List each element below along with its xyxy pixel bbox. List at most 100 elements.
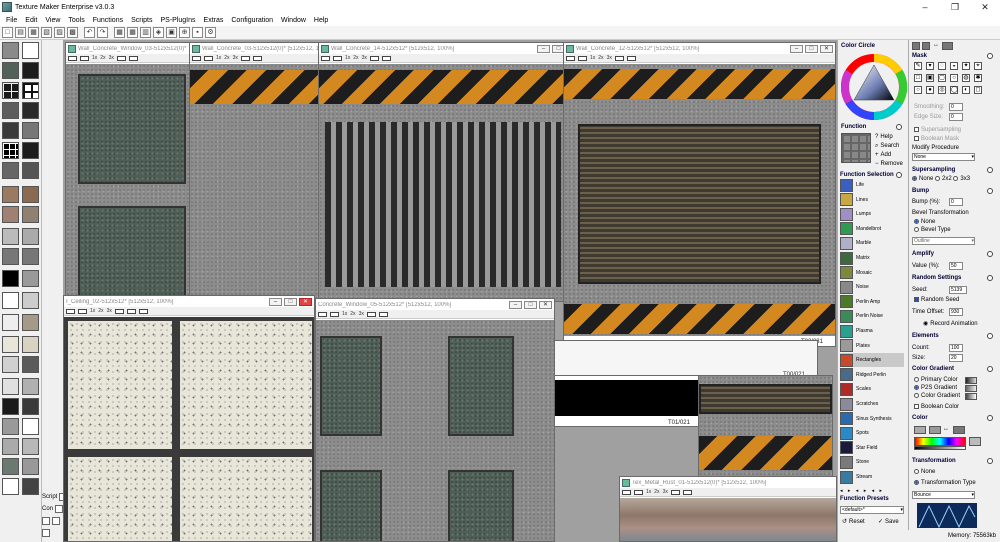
count-input[interactable]: 100 [949,344,963,352]
function-item[interactable]: Plasma [840,324,904,338]
menu-functions[interactable]: Functions [93,17,123,24]
swatch-grid-dark[interactable] [2,82,19,99]
mask-invert-icon[interactable]: ◐ [962,86,970,94]
panel-collapse-icon[interactable] [987,251,993,257]
menu-scripts[interactable]: Scripts [131,17,152,24]
texture-canvas[interactable] [66,64,189,301]
settings-icon[interactable]: ⚙ [205,27,216,38]
color-tertiary-swatch[interactable] [953,426,965,434]
random-seed-checkbox[interactable]: Random Seed [914,297,959,303]
minimize-button[interactable]: – [910,0,940,14]
menu-edit[interactable]: Edit [25,17,37,24]
swatch-tile-30[interactable] [22,378,39,395]
undo-icon[interactable]: ↶ [84,27,95,38]
function-item[interactable]: Mosaic [840,266,904,280]
color-spectrum[interactable] [914,437,966,446]
swatch-tile-5[interactable] [2,122,19,139]
swatch-tile-18[interactable] [22,248,39,265]
swatch-tile-33[interactable] [2,418,19,435]
panel-collapse-icon[interactable] [987,333,993,339]
swatch-tile-16[interactable] [22,228,39,245]
swatch-tile-24[interactable] [22,314,39,331]
swatch-tile-7[interactable] [2,142,19,159]
window-close-button[interactable]: ✕ [820,44,833,53]
texture-window-concrete-window-05[interactable]: Concrete_Window_05-512x512* [512x512, 10… [315,298,555,542]
function-item[interactable]: Spots [840,426,904,440]
swatch-tile-9[interactable] [2,162,19,179]
save-button[interactable]: ✓ Save [878,518,899,527]
swatch-tile-14[interactable] [22,206,39,223]
function-item[interactable]: Lumps [840,207,904,221]
function-item[interactable]: Stream [840,470,904,484]
menu-window[interactable]: Window [281,17,306,24]
swap-colors-icon[interactable]: ↔ [932,42,940,50]
mask-ring-icon[interactable]: ◎ [938,86,946,94]
swatch-tile-26[interactable] [22,336,39,353]
color-wheel[interactable] [841,52,907,122]
swatch-tile-25[interactable] [2,336,19,353]
swap-colors-icon[interactable]: ↔ [942,426,950,434]
texture-canvas[interactable] [554,380,702,416]
mask-circle-fill-icon[interactable]: ◍ [962,74,970,82]
amplify-value-input[interactable]: 50 [949,262,963,270]
record-animation-button[interactable]: ◉ Record Animation [923,320,978,329]
help-button[interactable]: ? Help [875,133,893,142]
render-icon[interactable]: ▪ [192,27,203,38]
menu-configuration[interactable]: Configuration [231,17,273,24]
bevel-type-radio[interactable]: Bevel Type [914,227,951,233]
function-item[interactable]: Stone [840,455,904,469]
mask-ellipse-fill-icon[interactable]: ● [926,86,934,94]
texture-canvas[interactable] [564,64,835,336]
window-close-button[interactable]: ✕ [299,297,312,306]
swatch-tile-34[interactable] [22,418,39,435]
mask-wand-icon[interactable]: ✦ [962,62,970,70]
color-primary-swatch[interactable] [914,426,926,434]
mask-star-icon[interactable]: ✱ [974,74,982,82]
texture-canvas[interactable] [620,498,836,541]
list-nav[interactable]: ◂ ▸ ◂ ▸ ◂ ▸ [840,488,906,494]
swatch-green-panel[interactable] [2,62,19,79]
crop-icon[interactable]: ▣ [166,27,177,38]
texture-window-concrete-03[interactable]: Wall_Concrete_03-512x512(0)* [512x512, 1… [189,42,324,302]
panel-collapse-icon[interactable] [987,366,993,372]
window-minimize-button[interactable]: – [790,44,803,53]
bevel-type-select[interactable]: Outline ▾ [912,237,975,245]
mask-supersampling-checkbox[interactable]: Supersampling [914,127,961,133]
swatch-tile-20[interactable] [22,270,39,287]
menu-view[interactable]: View [45,17,60,24]
window-minimize-button[interactable]: – [269,297,282,306]
add-button[interactable]: + Add [875,151,891,160]
redo-icon[interactable]: ↷ [97,27,108,38]
texture-window-metal-rust-01[interactable]: Tex_Metal_Rust_01-512x512(0)* [512x512, … [619,476,837,542]
function-item[interactable]: Sinus Synthesis [840,412,904,426]
menu-ps-plugins[interactable]: PS-PlugIns [161,17,196,24]
menu-file[interactable]: File [6,17,17,24]
function-item[interactable]: Scratches [840,397,904,411]
swatch-tile-13[interactable] [2,206,19,223]
window-maximize-button[interactable]: □ [524,300,537,309]
function-item[interactable]: Perlin Noise [840,309,904,323]
primary-color-radio[interactable]: Primary Color [914,377,958,383]
reset-button[interactable]: ↺ Reset [842,518,865,527]
new-icon[interactable]: □ [2,27,13,38]
function-item[interactable]: Rectangles [840,353,904,368]
size-input[interactable]: 20 [949,354,963,362]
function-item[interactable]: Noise [840,280,904,294]
texture-canvas[interactable] [190,64,323,301]
mask-brush-icon[interactable]: ✎ [914,62,922,70]
swatch-tile-12[interactable] [22,186,39,203]
menu-tools[interactable]: Tools [68,17,84,24]
mask-rect-fill-icon[interactable]: ▣ [926,74,934,82]
mask-fill-icon[interactable]: ▾ [926,62,934,70]
p2s-gradient-radio[interactable]: P2S Gradient [914,385,957,391]
bump-input[interactable]: 0 [949,198,963,206]
texture-window-ceiling-02[interactable]: I_Ceiling_02-512x512* [512x512, 100%] – □ ✕… [63,295,315,542]
swatch-tile-39[interactable] [2,478,19,495]
color-secondary-swatch[interactable] [929,426,941,434]
texture-canvas[interactable] [319,64,567,301]
panel-collapse-icon[interactable] [987,188,993,194]
cube-icon[interactable]: ◈ [153,27,164,38]
swatch-tile-11[interactable] [2,186,19,203]
function-item[interactable]: Perlin Amp [840,295,904,309]
texture-canvas[interactable] [64,317,314,541]
